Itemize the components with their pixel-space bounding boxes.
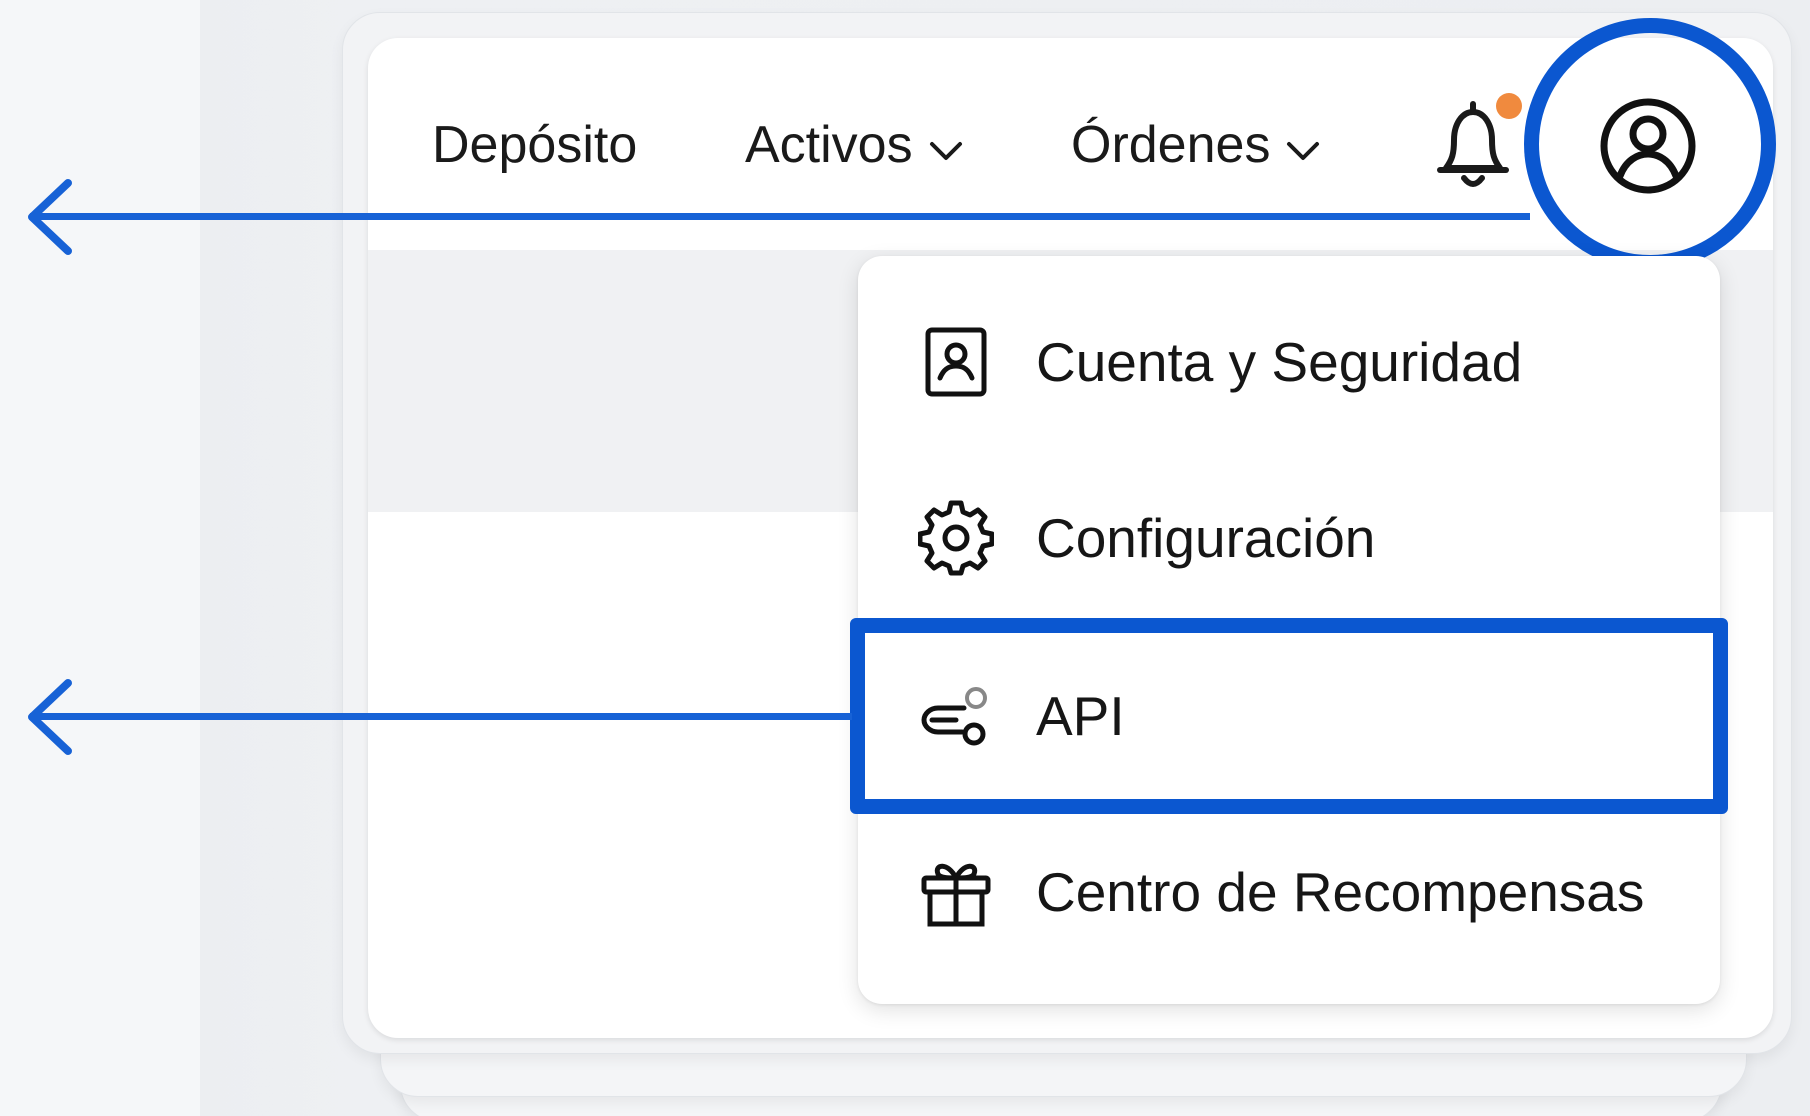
avatar-highlight-ring [1524, 18, 1776, 270]
menu-item-configuracion[interactable]: Configuración [858, 478, 1720, 598]
chevron-down-icon [929, 110, 963, 180]
chevron-down-icon [1286, 110, 1320, 180]
arrow-left-icon [22, 677, 92, 757]
menu-item-centro-recompensas[interactable]: Centro de Recompensas [858, 832, 1720, 952]
nav-deposito-label: Depósito [432, 116, 638, 174]
nav-activos-dropdown[interactable]: Activos [745, 110, 963, 180]
menu-item-label: Centro de Recompensas [1036, 861, 1645, 923]
gift-icon [918, 854, 994, 930]
arrow-left-icon [22, 177, 92, 257]
id-badge-icon [918, 324, 994, 400]
nav-deposito-link[interactable]: Depósito [432, 110, 637, 180]
menu-item-cuenta-seguridad[interactable]: Cuenta y Seguridad [858, 302, 1720, 422]
notification-dot [1496, 93, 1522, 119]
nav-activos-label: Activos [745, 116, 913, 174]
background-left-panel [0, 0, 200, 1116]
annotation-arrow-line [30, 713, 852, 720]
annotation-arrow-line [30, 213, 1530, 220]
nav-ordenes-label: Órdenes [1071, 116, 1271, 174]
menu-item-label: Configuración [1036, 507, 1376, 569]
api-highlight-box [850, 618, 1728, 814]
nav-ordenes-dropdown[interactable]: Órdenes [1071, 110, 1320, 180]
menu-item-label: Cuenta y Seguridad [1036, 331, 1523, 393]
gear-icon [917, 500, 995, 576]
